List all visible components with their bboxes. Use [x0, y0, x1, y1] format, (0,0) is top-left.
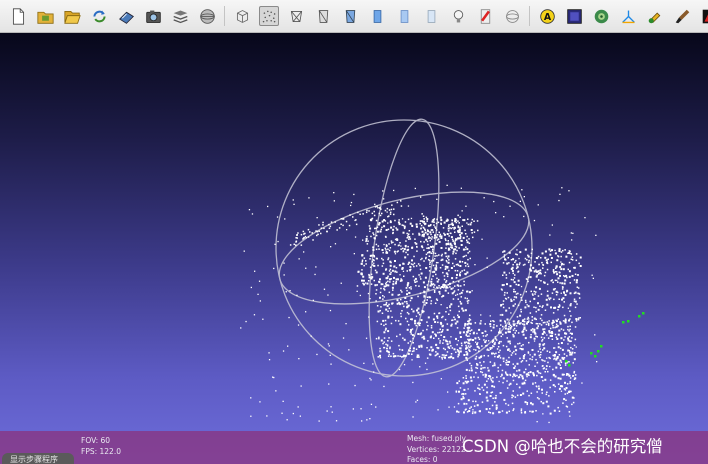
texture-render-button[interactable]	[421, 6, 441, 26]
open-project-button[interactable]	[35, 6, 55, 26]
box-icon	[234, 8, 251, 25]
folder-open-icon	[63, 8, 81, 25]
toolbar-separator	[224, 6, 225, 26]
points-render-button[interactable]	[259, 6, 279, 26]
layers-button[interactable]	[170, 6, 190, 26]
brush-icon	[674, 8, 691, 25]
point-cloud-points	[240, 184, 598, 424]
point-cloud-render[interactable]	[0, 33, 708, 464]
pattern-icon	[593, 8, 610, 25]
mesh-name-text: Mesh: fused.ply	[407, 434, 467, 443]
new-project-button[interactable]	[8, 6, 28, 26]
wireframe-icon	[288, 8, 305, 25]
export-mesh-button[interactable]	[116, 6, 136, 26]
color-paint-icon	[701, 8, 708, 25]
annotation-a-icon: A	[539, 8, 556, 25]
import-mesh-button[interactable]	[62, 6, 82, 26]
paint-button[interactable]	[645, 6, 665, 26]
trackball-icon	[504, 8, 521, 25]
info-overlay: FOV: 60 FPS: 122.0 Mesh: fused.ply Verti…	[0, 431, 708, 464]
3d-viewport[interactable]: FOV: 60 FPS: 122.0 Mesh: fused.ply Verti…	[0, 33, 708, 464]
hidden-lines-icon	[315, 8, 332, 25]
globe-button[interactable]	[197, 6, 217, 26]
light-button[interactable]	[448, 6, 468, 26]
reload-icon	[91, 8, 108, 25]
toolbar: A	[0, 0, 708, 33]
toolbar-separator	[529, 6, 530, 26]
measure-icon	[620, 8, 637, 25]
measure-button[interactable]	[618, 6, 638, 26]
camera-icon	[145, 8, 162, 25]
meshlab-window: A FOV: 60 FPS: 122.0 Mesh: fused.ply Ver…	[0, 0, 708, 464]
shader-icon	[566, 8, 583, 25]
brush-button[interactable]	[672, 6, 692, 26]
layers-icon	[172, 8, 189, 25]
faces-count-text: Faces: 0	[407, 455, 438, 464]
bbox-render-button[interactable]	[232, 6, 252, 26]
reload-button[interactable]	[89, 6, 109, 26]
points-icon	[261, 8, 278, 25]
flat-lines-icon	[342, 8, 359, 25]
color-icon	[477, 8, 494, 25]
flat-render-button[interactable]	[367, 6, 387, 26]
csdn-watermark: CSDN @哈也不会的研究僧	[462, 437, 663, 456]
annotation-button[interactable]: A	[537, 6, 557, 26]
export-icon	[118, 8, 135, 25]
svg-text:A: A	[543, 11, 551, 22]
paint-icon	[647, 8, 664, 25]
lightbulb-icon	[450, 8, 467, 25]
shader-button[interactable]	[564, 6, 584, 26]
render-info: FOV: 60 FPS: 122.0	[81, 435, 121, 457]
flat-lines-render-button[interactable]	[340, 6, 360, 26]
corner-tab-label[interactable]: 显示步骤程序	[2, 453, 74, 464]
mesh-info: Mesh: fused.ply Vertices: 22122 Faces: 0	[407, 434, 466, 464]
hidden-lines-render-button[interactable]	[313, 6, 333, 26]
vertices-count-text: Vertices: 22122	[407, 444, 466, 454]
globe-icon	[199, 8, 216, 25]
trackball-button[interactable]	[502, 6, 522, 26]
color-paint-button[interactable]	[699, 6, 708, 26]
smooth-render-button[interactable]	[394, 6, 414, 26]
smooth-icon	[396, 8, 413, 25]
fps-text: FPS: 122.0	[81, 447, 121, 456]
folder-icon	[36, 8, 54, 25]
fov-text: FOV: 60	[81, 436, 111, 445]
texture-map-button[interactable]	[591, 6, 611, 26]
snapshot-button[interactable]	[143, 6, 163, 26]
color-mode-button[interactable]	[475, 6, 495, 26]
wireframe-render-button[interactable]	[286, 6, 306, 26]
new-file-icon	[10, 7, 27, 25]
texture-icon	[423, 8, 440, 25]
flat-icon	[369, 8, 386, 25]
